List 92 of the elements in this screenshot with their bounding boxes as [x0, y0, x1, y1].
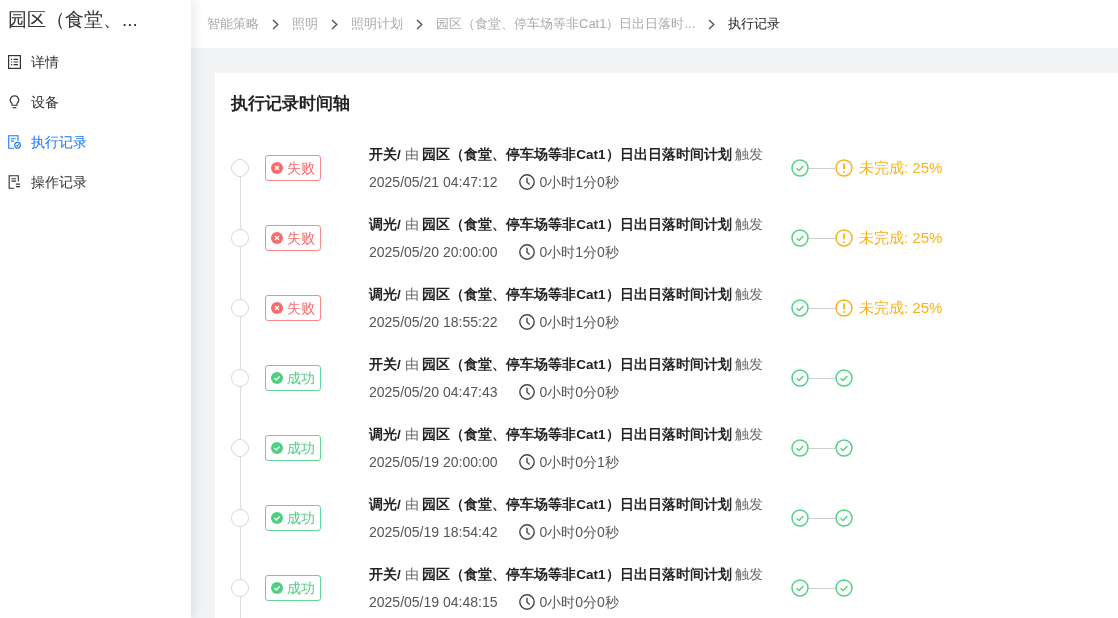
- clock-icon: [519, 243, 536, 260]
- check-circle-icon: [791, 159, 809, 177]
- record-description: 开关/ 由 园区（食堂、停车场等非Cat1）日出日落时间计划 触发: [369, 145, 765, 164]
- breadcrumb-link[interactable]: 智能策略: [207, 14, 259, 34]
- step-connector: [809, 517, 835, 519]
- clock-icon: [519, 313, 536, 330]
- record-duration: 0小时1分0秒: [539, 312, 619, 332]
- clock-icon: [519, 383, 536, 400]
- clock-icon: [519, 593, 536, 610]
- check-circle-icon: [835, 439, 853, 457]
- check-circle-icon: [791, 509, 809, 527]
- step-connector: [809, 167, 835, 169]
- exclamation-circle-icon: [835, 159, 853, 177]
- sidebar-item[interactable]: 执行记录: [0, 122, 191, 162]
- chevron-right-icon: [416, 18, 423, 30]
- chevron-right-icon: [708, 18, 716, 30]
- record-time: 2025/05/20 18:55:22: [369, 312, 498, 332]
- record-description: 调光/ 由 园区（食堂、停车场等非Cat1）日出日落时间计划 触发: [369, 285, 765, 304]
- check-circle-icon: [791, 299, 809, 317]
- record-time: 2025/05/20 04:47:43: [369, 382, 498, 402]
- record-description: 开关/ 由 园区（食堂、停车场等非Cat1）日出日落时间计划 触发: [369, 565, 765, 584]
- status-label: 成功: [287, 578, 315, 598]
- clock-icon: [519, 173, 536, 190]
- step-status-text: 未完成: 25%: [859, 297, 943, 318]
- sidebar-title: 园区（食堂、...: [7, 8, 139, 32]
- step-status-text: 未完成: 25%: [859, 227, 943, 248]
- chevron-right-icon: [331, 18, 338, 30]
- status-label: 失败: [287, 298, 315, 318]
- exclamation-circle-icon: [835, 299, 853, 317]
- record-description: 开关/ 由 园区（食堂、停车场等非Cat1）日出日落时间计划 触发: [369, 355, 765, 374]
- step-connector: [809, 237, 835, 239]
- timeline-dot-icon: [231, 439, 249, 457]
- record-duration: 0小时0分1秒: [539, 452, 619, 472]
- record-time: 2025/05/19 04:48:15: [369, 592, 498, 612]
- breadcrumb-current: 执行记录: [728, 15, 781, 34]
- exclamation-circle-icon: [835, 229, 853, 247]
- check-circle-icon: [835, 509, 853, 527]
- x-circle-icon: [271, 232, 283, 244]
- record-duration: 0小时1分0秒: [539, 172, 619, 192]
- check-circle-icon: [791, 439, 809, 457]
- status-label: 成功: [287, 508, 315, 528]
- check-circle-icon: [271, 442, 283, 454]
- step-status-text: 未完成: 25%: [859, 157, 943, 178]
- x-circle-icon: [271, 302, 283, 314]
- status-label: 失败: [287, 158, 315, 178]
- lightbulb-icon: [8, 95, 21, 109]
- record-time: 2025/05/21 04:47:12: [369, 172, 498, 192]
- chevron-right-icon: [272, 18, 279, 30]
- check-circle-icon: [791, 369, 809, 387]
- step-connector: [809, 377, 835, 379]
- record-duration: 0小时0分0秒: [539, 592, 619, 612]
- check-circle-icon: [835, 579, 853, 597]
- step-connector: [809, 587, 835, 589]
- timeline-dot-icon: [231, 229, 249, 247]
- breadcrumb-link[interactable]: 照明: [292, 14, 318, 34]
- record-duration: 0小时0分0秒: [539, 522, 619, 542]
- check-circle-icon: [791, 229, 809, 247]
- record-time: 2025/05/20 20:00:00: [369, 242, 498, 262]
- breadcrumb-link[interactable]: 照明计划: [351, 14, 403, 34]
- list-icon: [8, 55, 21, 69]
- record-duration: 0小时0分0秒: [539, 382, 619, 402]
- record-description: 调光/ 由 园区（食堂、停车场等非Cat1）日出日落时间计划 触发: [369, 495, 765, 514]
- check-circle-icon: [271, 512, 283, 524]
- x-circle-icon: [271, 162, 283, 174]
- timeline-dot-icon: [231, 369, 249, 387]
- step-connector: [809, 447, 835, 449]
- check-circle-icon: [791, 579, 809, 597]
- document-icon: [8, 175, 21, 189]
- timeline-dot-icon: [231, 299, 249, 317]
- record-time: 2025/05/19 18:54:42: [369, 522, 498, 542]
- record-description: 调光/ 由 园区（食堂、停车场等非Cat1）日出日落时间计划 触发: [369, 215, 765, 234]
- check-circle-icon: [835, 369, 853, 387]
- sidebar-item[interactable]: 设备: [0, 82, 191, 122]
- timeline-title: 执行记录时间轴: [231, 93, 351, 115]
- record-duration: 0小时1分0秒: [539, 242, 619, 262]
- status-label: 成功: [287, 368, 315, 388]
- document-check-icon: [8, 135, 21, 149]
- breadcrumb-link[interactable]: 园区（食堂、停车场等非Cat1）日出日落时...: [436, 14, 696, 34]
- sidebar-item[interactable]: 操作记录: [0, 162, 191, 202]
- check-circle-icon: [271, 582, 283, 594]
- timeline-dot-icon: [231, 159, 249, 177]
- status-label: 成功: [287, 438, 315, 458]
- record-time: 2025/05/19 20:00:00: [369, 452, 498, 472]
- clock-icon: [519, 453, 536, 470]
- timeline-dot-icon: [231, 579, 249, 597]
- record-description: 调光/ 由 园区（食堂、停车场等非Cat1）日出日落时间计划 触发: [369, 425, 765, 444]
- timeline-dot-icon: [231, 509, 249, 527]
- status-label: 失败: [287, 228, 315, 248]
- check-circle-icon: [271, 372, 283, 384]
- sidebar-item[interactable]: 详情: [0, 42, 191, 82]
- clock-icon: [519, 523, 536, 540]
- step-connector: [809, 307, 835, 309]
